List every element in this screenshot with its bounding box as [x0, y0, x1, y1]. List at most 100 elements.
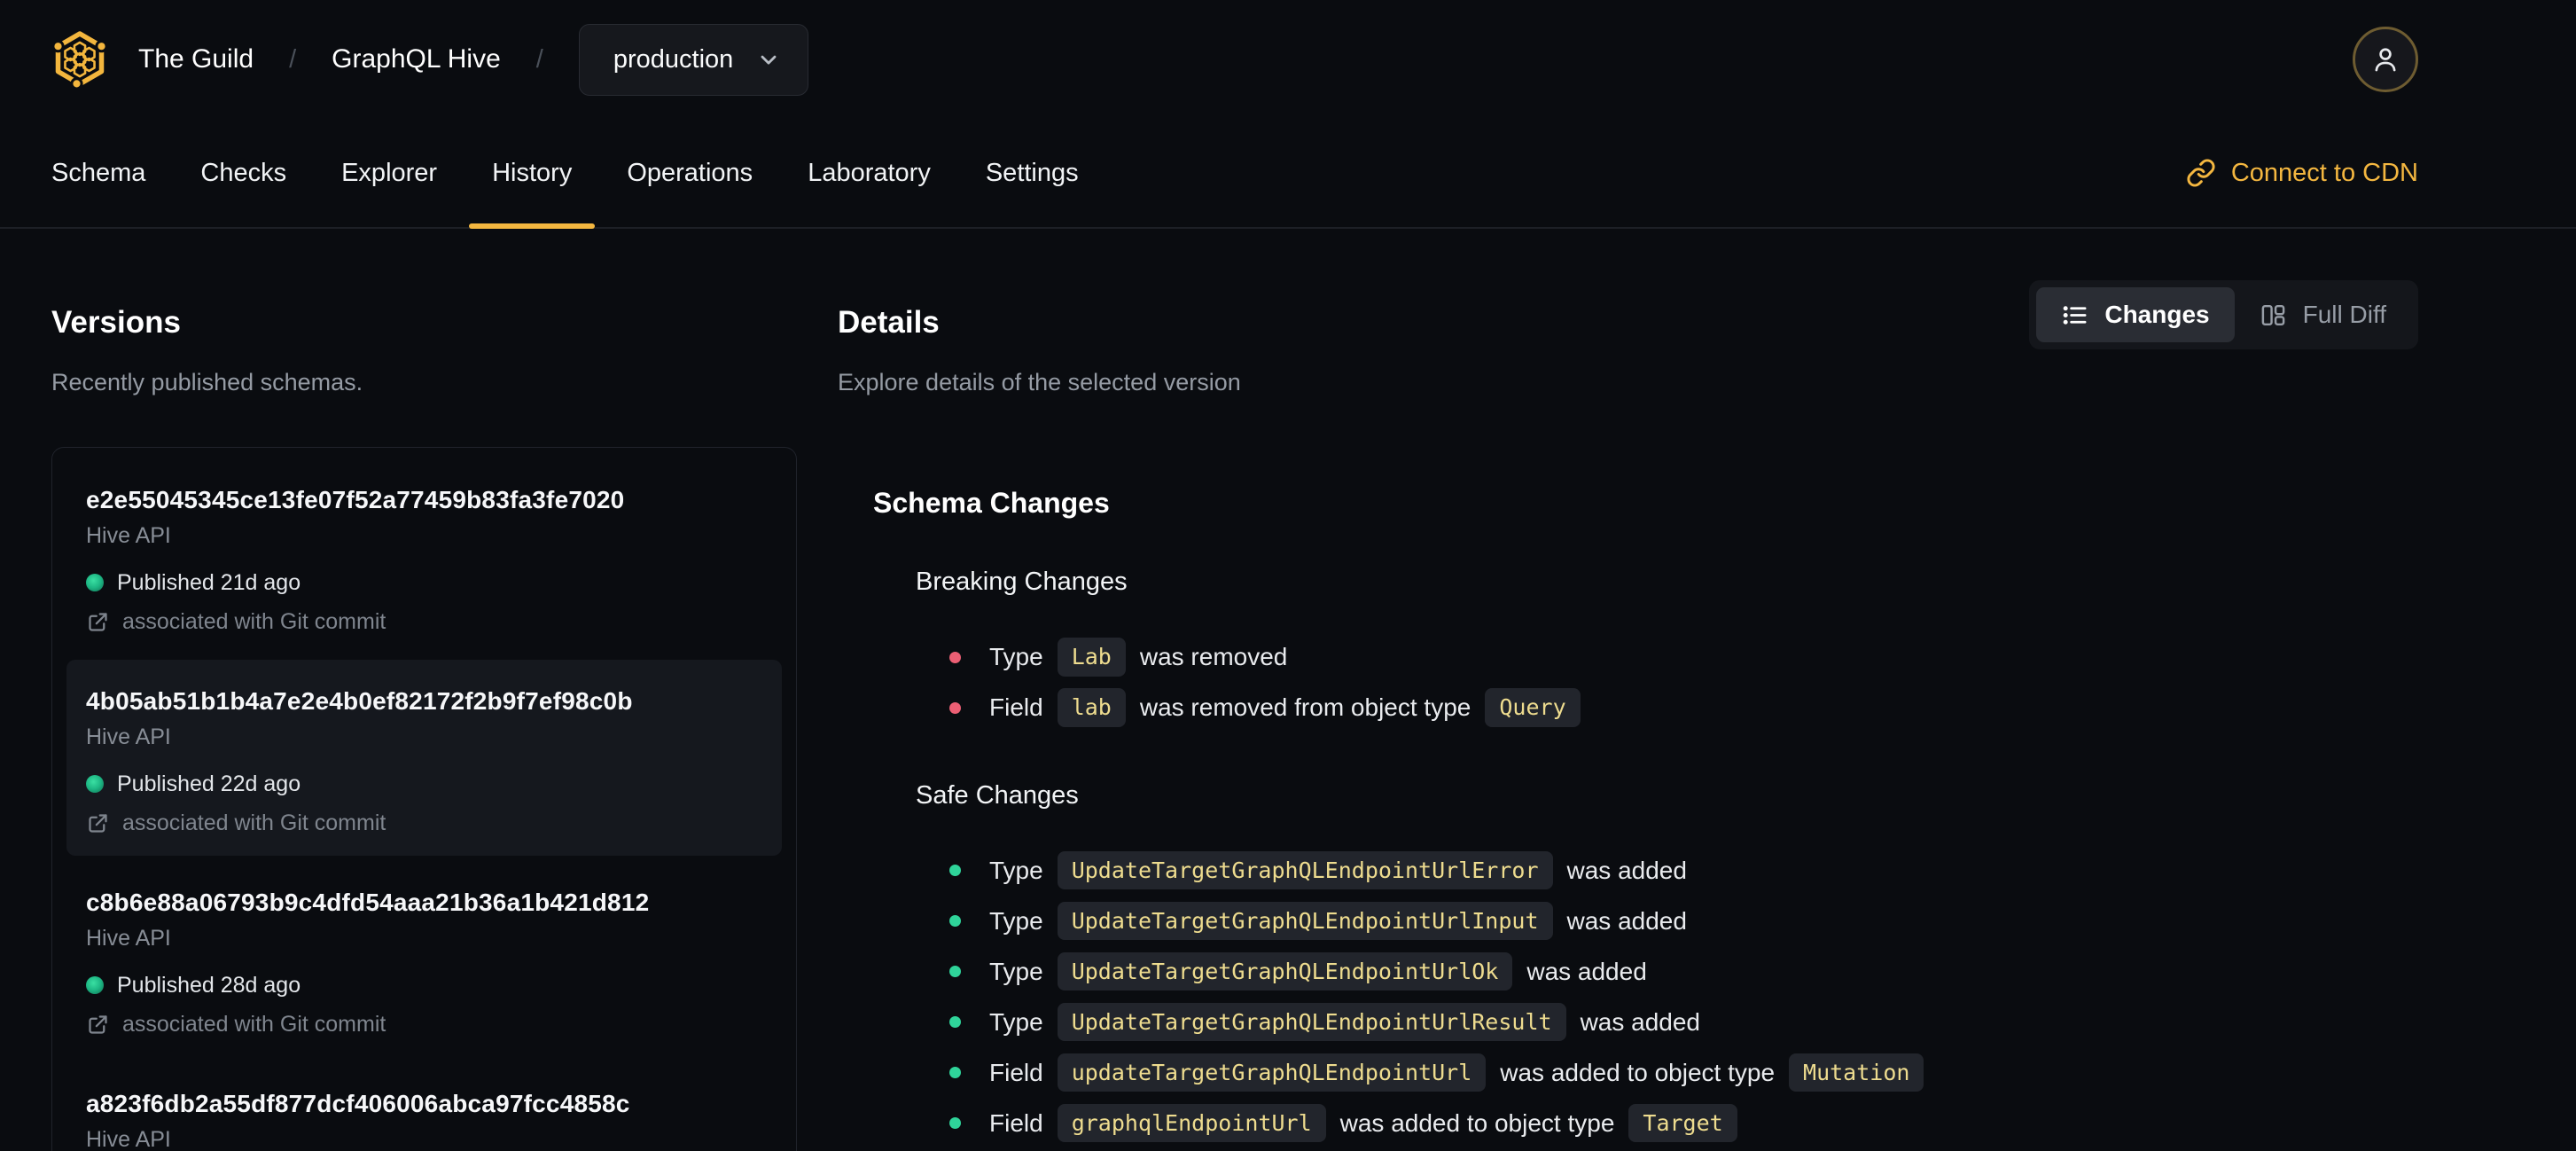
version-hash: a823f6db2a55df877dcf406006abca97fcc4858c [86, 1090, 630, 1118]
tab-explorer[interactable]: Explorer [341, 119, 437, 227]
changes-view-label: Changes [2104, 301, 2210, 328]
version-hash: 4b05ab51b1b4a7e2e4b0ef82172f2b9f7ef98c0b [86, 687, 633, 716]
change-text: was added [1526, 957, 1647, 985]
project-nav: Schema Checks Explorer History Operations Lab… [0, 119, 2576, 229]
git-commit-link[interactable]: associated with Git commit [86, 609, 762, 635]
connect-to-cdn-button[interactable]: Connect to CDN [2186, 158, 2418, 188]
version-hash: e2e55045345ce13fe07f52a77459b83fa3fe7020 [86, 486, 625, 514]
version-hash: c8b6e88a06793b9c4dfd54aaa21b36a1b421d812 [86, 889, 650, 917]
versions-title: Versions [51, 305, 181, 341]
hive-logo[interactable] [51, 31, 108, 88]
change-row: Field lab was removed from object type Quer… [916, 683, 2418, 733]
tab-operations[interactable]: Operations [627, 119, 753, 227]
change-bullet [949, 966, 961, 978]
tab-label: Operations [627, 158, 753, 187]
change-bullet [949, 651, 961, 663]
code-chip: lab [1057, 688, 1126, 727]
breadcrumb: The Guild / GraphQL Hive / production [138, 23, 809, 96]
hive-logo-icon [51, 31, 108, 88]
version-service-name: Hive API [86, 1127, 171, 1151]
version-published-status: Published 28d ago [86, 973, 762, 998]
breadcrumb-project[interactable]: GraphQL Hive [332, 44, 501, 74]
change-text: Type [989, 856, 1043, 884]
breaking-changes-list: Type Lab was removed Field lab was removed fr… [916, 632, 2418, 733]
published-status-text: Published 28d ago [117, 973, 301, 998]
breaking-changes-section: Breaking Changes Type Lab was removed Field… [916, 566, 2418, 733]
main-content: Versions Recently published schemas. e2e… [0, 229, 2576, 1151]
tab-history[interactable]: History [469, 119, 596, 229]
code-chip: Query [1485, 688, 1581, 727]
details-title: Details [838, 305, 940, 341]
version-list-item[interactable]: 4b05ab51b1b4a7e2e4b0ef82172f2b9f7ef98c0b… [66, 660, 782, 857]
full-diff-view-button[interactable]: Full Diff [2235, 287, 2411, 342]
change-text: Type [989, 906, 1043, 935]
change-text: was added [1566, 856, 1687, 884]
published-status-text: Published 21d ago [117, 570, 301, 596]
target-selector-dropdown[interactable]: production [578, 23, 809, 96]
change-bullet [949, 1117, 961, 1130]
safe-changes-title: Safe Changes [916, 780, 1079, 810]
safe-changes-section: Safe Changes Type UpdateTargetGraphQLEndp… [916, 779, 2418, 1151]
tab-laboratory[interactable]: Laboratory [808, 119, 931, 227]
change-row: Type UpdateTargetGraphQLEndpointUrlOk was … [916, 946, 2418, 997]
change-text: Field [989, 1108, 1043, 1137]
tab-label: Checks [200, 158, 287, 187]
tab-label: Settings [985, 158, 1079, 187]
version-list-item[interactable]: c8b6e88a06793b9c4dfd54aaa21b36a1b421d812… [66, 861, 782, 1057]
nav-tabs: Schema Checks Explorer History Operations Lab… [51, 119, 1079, 229]
schema-changes-title: Schema Changes [873, 487, 1110, 520]
version-service-name: Hive API [86, 724, 171, 750]
published-status-text: Published 22d ago [117, 771, 301, 797]
change-row: Type UpdateTargetGraphQLEndpointUrlError w… [916, 845, 2418, 896]
breadcrumb-separator: / [289, 44, 297, 74]
user-avatar-button[interactable] [2353, 27, 2418, 92]
link-icon [2187, 159, 2215, 187]
person-icon [2375, 48, 2396, 72]
code-chip: UpdateTargetGraphQLEndpointUrlOk [1057, 951, 1513, 991]
tab-schema[interactable]: Schema [51, 119, 145, 227]
full-diff-view-label: Full Diff [2302, 301, 2386, 328]
git-commit-label: associated with Git commit [122, 810, 386, 836]
code-chip: Target [1628, 1103, 1737, 1143]
tab-label: Explorer [341, 158, 438, 187]
diff-columns-icon [2261, 304, 2284, 325]
tab-label: Laboratory [808, 158, 931, 187]
version-list-item[interactable]: a823f6db2a55df877dcf406006abca97fcc4858c… [66, 1062, 782, 1151]
tab-settings[interactable]: Settings [986, 119, 1079, 227]
tab-label: Schema [51, 158, 146, 187]
version-list-item[interactable]: e2e55045345ce13fe07f52a77459b83fa3fe7020… [66, 458, 782, 654]
change-text: was removed [1139, 643, 1288, 671]
git-commit-link[interactable]: associated with Git commit [86, 1012, 762, 1037]
git-commit-link[interactable]: associated with Git commit [86, 810, 762, 836]
change-row: Field updateTargetGraphQLEndpointUrl was a… [916, 1047, 2418, 1098]
change-text: was added [1566, 906, 1687, 935]
details-header-text: Details Explore details of the selected … [838, 278, 1241, 397]
changes-view-button[interactable]: Changes [2036, 287, 2235, 342]
change-bullet [949, 915, 961, 928]
target-selector-value: production [613, 44, 734, 74]
breadcrumb-org[interactable]: The Guild [138, 44, 254, 74]
change-row: Field graphqlEndpointUrl was added to obje… [916, 1098, 2418, 1148]
change-row: Type UpdateTargetGraphQLEndpointUrlInput w… [916, 896, 2418, 946]
version-list-card: e2e55045345ce13fe07f52a77459b83fa3fe7020… [51, 447, 797, 1151]
schema-changes-section: Schema Changes Breaking Changes Type Lab w… [873, 486, 2418, 1151]
breaking-changes-title: Breaking Changes [916, 568, 1128, 597]
breadcrumb-separator: / [535, 44, 543, 74]
published-status-dot [86, 976, 104, 995]
change-bullet [949, 1067, 961, 1079]
list-icon [2064, 305, 2087, 325]
change-text: Type [989, 1007, 1043, 1036]
git-commit-label: associated with Git commit [122, 609, 386, 635]
safe-changes-list: Type UpdateTargetGraphQLEndpointUrlError w… [916, 845, 2418, 1151]
change-text: was added [1580, 1007, 1700, 1036]
change-text: was added to object type [1500, 1058, 1776, 1086]
change-bullet [949, 1016, 961, 1029]
published-status-dot [86, 775, 104, 794]
change-bullet [949, 865, 961, 877]
code-chip: updateTargetGraphQLEndpointUrl [1057, 1053, 1487, 1092]
code-chip: UpdateTargetGraphQLEndpointUrlResult [1057, 1002, 1566, 1042]
version-published-status: Published 22d ago [86, 771, 762, 796]
tab-checks[interactable]: Checks [200, 119, 286, 227]
change-row: Type Lab was removed [916, 632, 2418, 683]
versions-subtitle: Recently published schemas. [51, 369, 363, 396]
